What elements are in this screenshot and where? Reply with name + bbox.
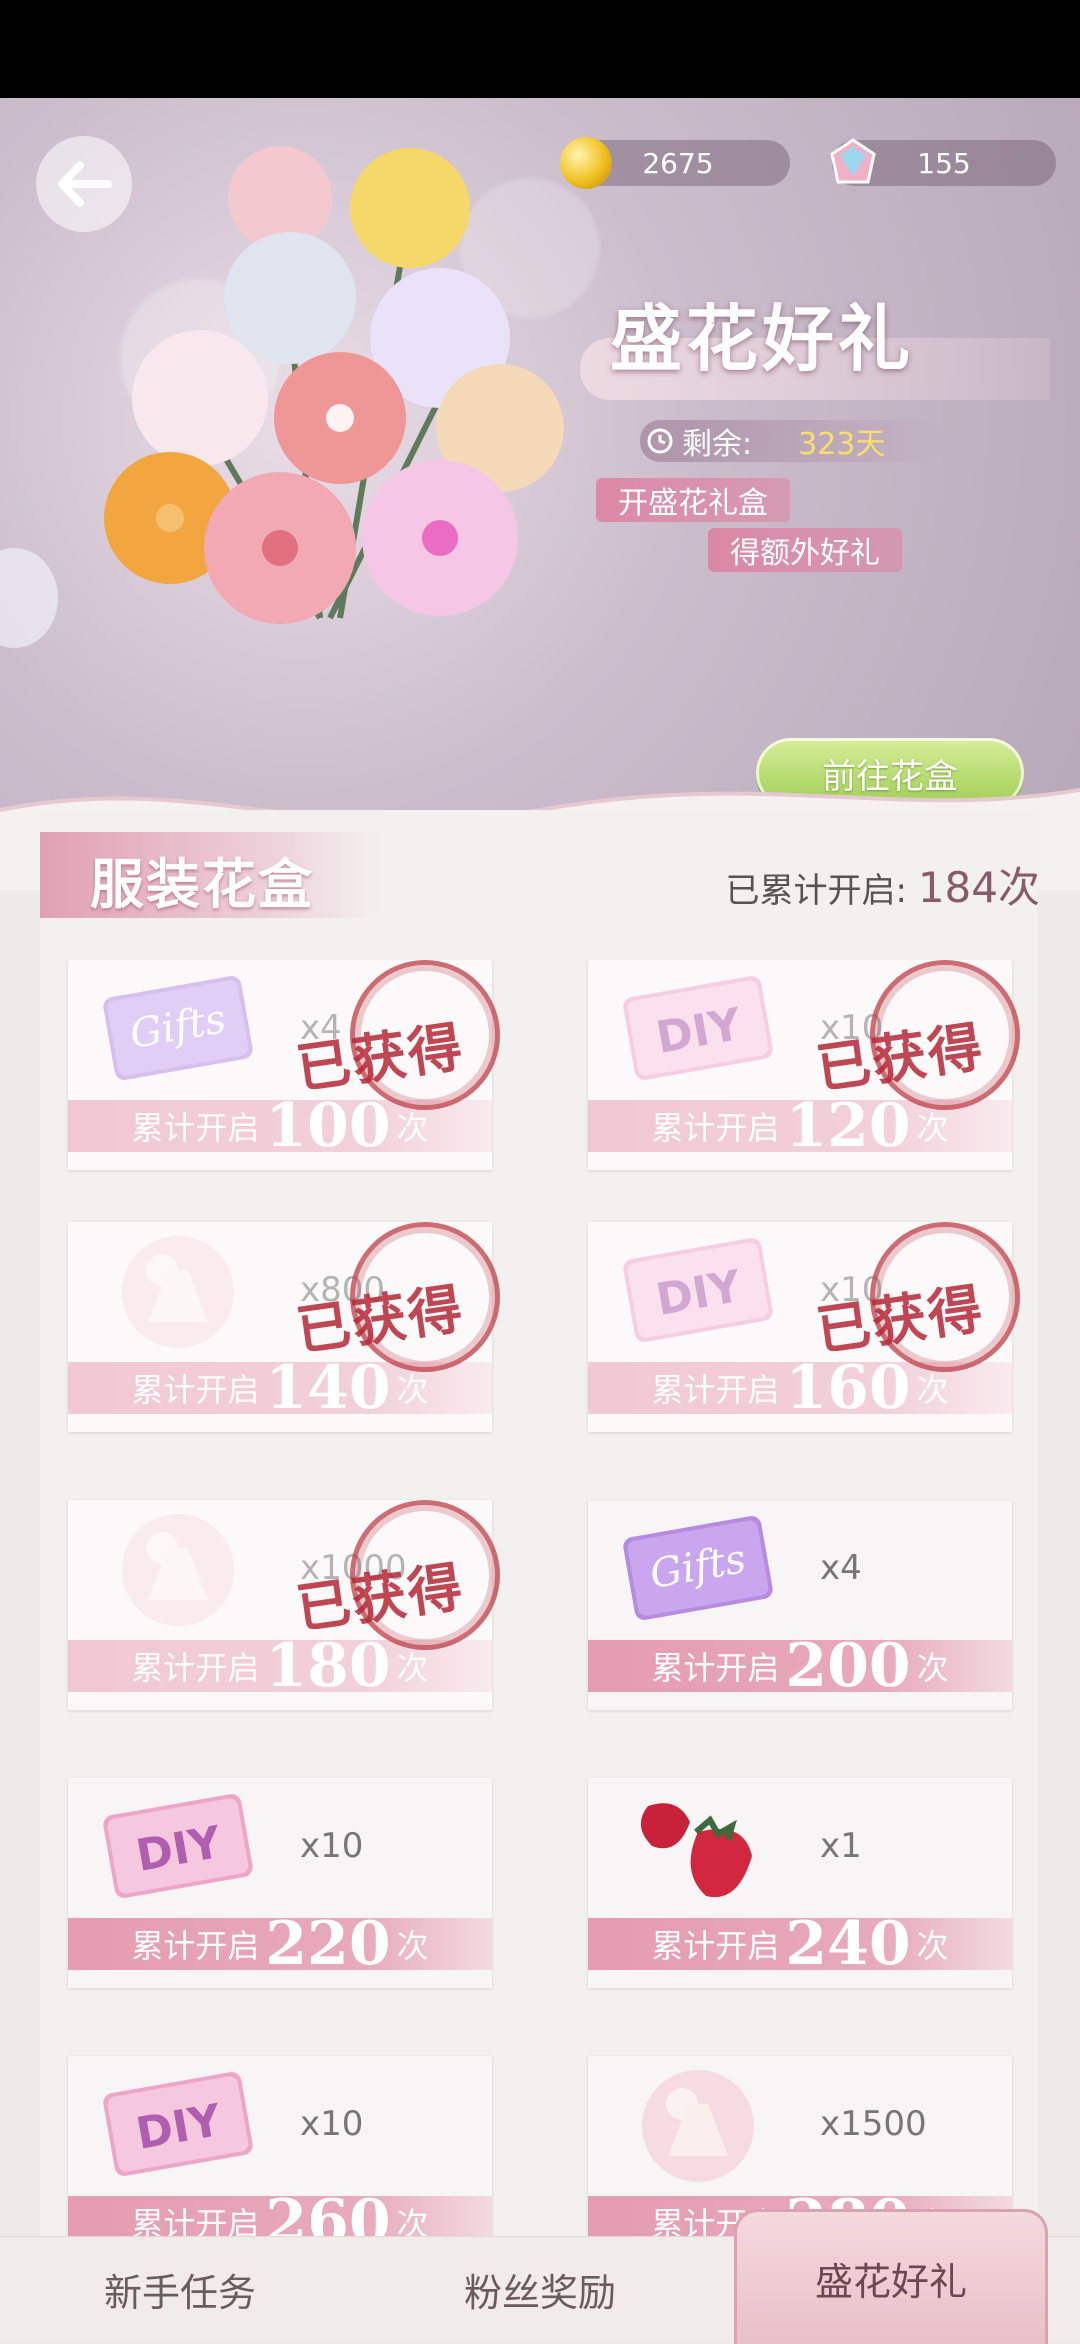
- tab-novice-tasks[interactable]: 新手任务: [0, 2237, 360, 2341]
- expand-side-button[interactable]: [0, 548, 58, 648]
- section-header: 服装花盒 已累计开启: 184次: [40, 832, 1040, 920]
- requirement-number: 220: [265, 1909, 391, 1979]
- requirement-number: 200: [785, 1631, 911, 1701]
- reward-requirement: 累计开启 200 次: [588, 1631, 1012, 1701]
- diy-card-icon: DIY: [98, 1786, 258, 1906]
- open-count-value: 184次: [917, 863, 1040, 912]
- reward-quantity: x10: [300, 2104, 364, 2144]
- requirement-suffix: 次: [916, 1927, 949, 1965]
- claimed-stamp: 已获得: [292, 1500, 500, 1650]
- remaining-time: 剩余: 323天: [640, 420, 940, 462]
- remaining-label: 剩余:: [682, 427, 753, 462]
- requirement-prefix: 累计开启: [651, 1927, 780, 1965]
- requirement-prefix: 累计开启: [131, 1927, 260, 1965]
- reward-card[interactable]: x800 累计开启 140 次已获得: [68, 1222, 500, 1432]
- reward-quantity: x10: [300, 1826, 364, 1866]
- bottom-tab-bar: 新手任务 粉丝奖励 盛花好礼: [0, 2209, 1080, 2344]
- claimed-stamp: 已获得: [812, 1222, 1020, 1372]
- reward-card[interactable]: Gifts x4 累计开启 100 次已获得: [68, 960, 500, 1170]
- tab-fan-rewards[interactable]: 粉丝奖励: [360, 2237, 720, 2341]
- event-title: 盛花好礼: [610, 296, 915, 381]
- status-bar: [0, 0, 1080, 98]
- reward-requirement: 累计开启 220 次: [68, 1909, 492, 1979]
- promo-tag-extra-gift: 得额外好礼: [708, 528, 902, 572]
- strawberry-icon: [618, 1786, 778, 1906]
- coin-balance[interactable]: 2675: [560, 137, 790, 189]
- reward-card[interactable]: x1 累计开启 240 次: [588, 1778, 1012, 1988]
- dress-bubble-icon: [618, 2064, 778, 2184]
- section-title: 服装花盒: [90, 853, 314, 916]
- reward-card[interactable]: x1000 累计开启 180 次已获得: [68, 1500, 500, 1710]
- requirement-number: 240: [785, 1909, 911, 1979]
- reward-card[interactable]: DIY x10 累计开启 160 次已获得: [588, 1222, 1020, 1432]
- back-button[interactable]: [36, 136, 132, 232]
- diy-card-icon: DIY: [98, 2064, 258, 2184]
- claimed-stamp: 已获得: [292, 1222, 500, 1372]
- diamond-icon: [830, 138, 876, 184]
- reward-card[interactable]: DIY x10 累计开启 120 次已获得: [588, 960, 1020, 1170]
- reward-grid: Gifts x4 累计开启 100 次已获得 DIY x10 累计开启 120 次已获得 x800 累…: [40, 960, 1038, 2250]
- reward-quantity: x1500: [820, 2104, 927, 2144]
- requirement-prefix: 累计开启: [651, 1649, 780, 1687]
- reward-card[interactable]: DIY x10 累计开启 260 次: [68, 2056, 492, 2250]
- clock-icon: [647, 428, 673, 454]
- reward-quantity: x4: [820, 1548, 862, 1588]
- event-title-block: 盛花好礼: [560, 280, 1050, 420]
- flower-bouquet-illustration: [104, 146, 564, 624]
- remaining-days: 323天: [798, 427, 886, 462]
- promo-tag-open-box: 开盛花礼盒: [596, 478, 790, 522]
- open-count: 已累计开启: 184次: [726, 854, 1040, 915]
- arrow-left-icon: [58, 161, 112, 207]
- claimed-stamp: 已获得: [292, 960, 500, 1110]
- open-count-label: 已累计开启:: [725, 871, 908, 911]
- claimed-stamp: 已获得: [812, 960, 1020, 1110]
- reward-card[interactable]: Gifts x4 累计开启 200 次: [588, 1500, 1012, 1710]
- reward-card[interactable]: DIY x10 累计开启 220 次: [68, 1778, 492, 1988]
- tab-flower-gifts[interactable]: 盛花好礼: [734, 2209, 1048, 2344]
- reward-quantity: x1: [820, 1826, 862, 1866]
- gift-card-icon: Gifts: [618, 1508, 778, 1628]
- gem-balance[interactable]: 155: [830, 138, 1056, 186]
- coin-icon: [560, 137, 612, 189]
- event-banner: 2675 155 盛花好礼 剩余: 323天 开盛花礼盒 得额外好礼 前往花盒: [0, 98, 1080, 810]
- reward-requirement: 累计开启 240 次: [588, 1909, 1012, 1979]
- requirement-suffix: 次: [916, 1649, 949, 1687]
- requirement-suffix: 次: [396, 1927, 429, 1965]
